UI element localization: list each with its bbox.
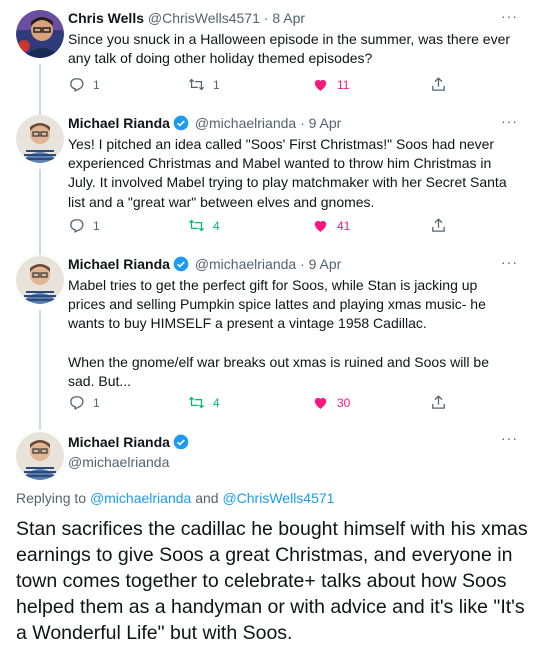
reply-button[interactable]: 1 bbox=[68, 76, 100, 93]
tweet-header: Michael Rianda @michaelrianda · 9 Apr bbox=[68, 256, 341, 272]
author-handle[interactable]: @ChrisWells4571 bbox=[148, 10, 260, 26]
heart-icon bbox=[314, 397, 327, 409]
tweet-2[interactable]: Michael Rianda @michaelrianda · 9 Apr ··… bbox=[0, 113, 540, 255]
tweet-date[interactable]: 8 Apr bbox=[272, 10, 305, 26]
verified-badge-icon bbox=[173, 256, 189, 272]
like-button[interactable]: 11 bbox=[312, 76, 349, 93]
tweet-header: Michael Rianda bbox=[68, 434, 191, 450]
reply-icon bbox=[70, 78, 84, 92]
reply-count: 1 bbox=[93, 77, 100, 92]
author-name[interactable]: Michael Rianda bbox=[68, 434, 170, 450]
retweet-count: 1 bbox=[213, 77, 220, 92]
like-count: 11 bbox=[337, 77, 350, 92]
michael-rianda-avatar[interactable] bbox=[16, 432, 64, 480]
like-button[interactable]: 41 bbox=[312, 217, 350, 234]
retweet-count: 4 bbox=[213, 395, 220, 410]
author-handle[interactable]: @michaelrianda bbox=[195, 115, 296, 131]
share-icon bbox=[432, 395, 445, 409]
retweet-button[interactable]: 4 bbox=[188, 217, 220, 234]
tweet-header: Chris Wells @ChrisWells4571 · 8 Apr bbox=[68, 10, 305, 26]
separator-dot: · bbox=[300, 115, 305, 131]
share-icon bbox=[432, 77, 445, 91]
tweet-date[interactable]: 9 Apr bbox=[309, 115, 342, 131]
author-handle-line: @michaelrianda bbox=[68, 454, 169, 470]
more-options-icon[interactable]: ··· bbox=[501, 254, 518, 270]
tweet-text: Since you snuck in a Halloween episode i… bbox=[68, 31, 514, 67]
replying-link-1[interactable]: @michaelrianda bbox=[90, 490, 191, 506]
like-count: 41 bbox=[337, 218, 351, 233]
author-name[interactable]: Chris Wells bbox=[68, 10, 144, 26]
retweet-icon bbox=[188, 396, 205, 409]
thread-line bbox=[39, 64, 41, 116]
reply-count: 1 bbox=[93, 218, 100, 233]
thread-line bbox=[39, 310, 41, 430]
more-options-icon[interactable]: ··· bbox=[501, 430, 518, 446]
retweet-button[interactable]: 1 bbox=[188, 76, 220, 93]
verified-badge-icon bbox=[173, 434, 189, 450]
retweet-icon bbox=[188, 219, 205, 232]
share-button[interactable] bbox=[430, 394, 447, 411]
tweet-3[interactable]: Michael Rianda @michaelrianda · 9 Apr ··… bbox=[0, 254, 540, 430]
tweet-date[interactable]: 9 Apr bbox=[309, 256, 342, 272]
retweet-button[interactable]: 4 bbox=[188, 394, 220, 411]
tweet-1[interactable]: Chris Wells @ChrisWells4571 · 8 Apr ··· … bbox=[0, 8, 540, 116]
separator-dot: · bbox=[263, 10, 269, 26]
author-handle[interactable]: @michaelrianda bbox=[195, 256, 296, 272]
like-button[interactable]: 30 bbox=[312, 394, 350, 411]
retweet-count: 4 bbox=[213, 218, 220, 233]
share-button[interactable] bbox=[430, 217, 447, 234]
tweet-actions: 1 4 41 bbox=[68, 217, 468, 237]
replying-to: Replying to @michaelrianda and @ChrisWel… bbox=[16, 490, 334, 506]
thread-line bbox=[39, 169, 41, 255]
author-handle[interactable]: @michaelrianda bbox=[68, 454, 169, 470]
more-options-icon[interactable]: ··· bbox=[501, 113, 518, 129]
heart-icon bbox=[314, 220, 327, 232]
tweet-header: Michael Rianda @michaelrianda · 9 Apr bbox=[68, 115, 341, 131]
retweet-icon bbox=[188, 78, 205, 91]
like-count: 30 bbox=[337, 395, 351, 410]
replying-link-2[interactable]: @ChrisWells4571 bbox=[222, 490, 334, 506]
michael-rianda-avatar[interactable] bbox=[16, 256, 64, 304]
reply-button[interactable]: 1 bbox=[68, 394, 100, 411]
heart-icon bbox=[314, 79, 327, 91]
reply-button[interactable]: 1 bbox=[68, 217, 100, 234]
more-options-icon[interactable]: ··· bbox=[501, 8, 518, 24]
separator-dot: · bbox=[300, 256, 305, 272]
replying-prefix: Replying to bbox=[16, 490, 87, 506]
author-name[interactable]: Michael Rianda bbox=[68, 115, 170, 131]
tweet-text: Mabel tries to get the perfect gift for … bbox=[68, 277, 489, 390]
chris-wells-avatar[interactable] bbox=[16, 10, 64, 58]
author-name[interactable]: Michael Rianda bbox=[68, 256, 170, 272]
reply-icon bbox=[70, 219, 84, 233]
tweet-text: Yes! I pitched an idea called "Soos' Fir… bbox=[68, 136, 511, 210]
verified-badge-icon bbox=[173, 115, 189, 131]
reply-icon bbox=[70, 396, 84, 410]
reply-count: 1 bbox=[93, 395, 100, 410]
main-tweet-text: Stan sacrifices the cadillac he bought h… bbox=[16, 518, 528, 644]
share-button[interactable] bbox=[430, 76, 447, 93]
tweet-actions: 1 1 11 bbox=[68, 76, 468, 96]
share-icon bbox=[432, 218, 445, 232]
michael-rianda-avatar[interactable] bbox=[16, 115, 64, 163]
replying-and: and bbox=[195, 490, 219, 506]
tweet-actions: 1 4 30 bbox=[68, 394, 468, 414]
